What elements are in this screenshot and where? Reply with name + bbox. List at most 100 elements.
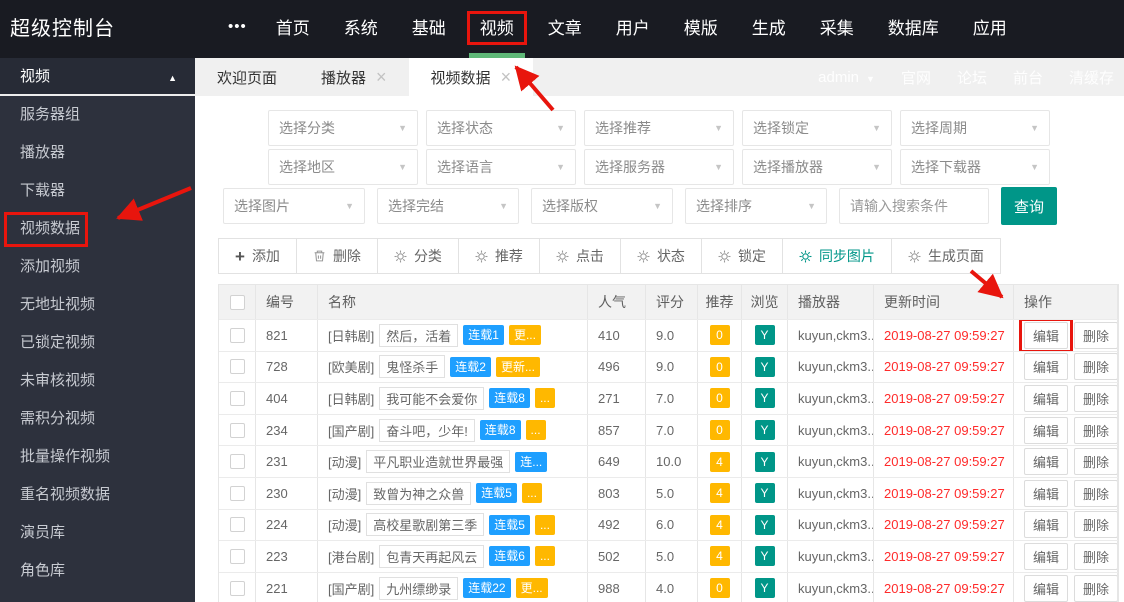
query-button[interactable]: 查询 — [1001, 187, 1057, 225]
user-link[interactable]: 前台 — [1013, 67, 1043, 88]
filter-select[interactable]: 选择下载器 — [900, 149, 1050, 185]
filter-select[interactable]: 选择播放器 — [742, 149, 892, 185]
nav-item[interactable]: 视频 — [465, 0, 529, 58]
delete-button[interactable]: 删除 — [1074, 416, 1117, 444]
edit-button[interactable]: 编辑 — [1024, 574, 1069, 602]
tab[interactable]: 播放器 — [299, 58, 409, 96]
filter-select[interactable]: 选择完结 — [377, 188, 519, 224]
view-badge[interactable]: Y — [754, 420, 775, 441]
sidebar-item[interactable]: 下载器 — [0, 172, 195, 210]
delete-button[interactable]: 删除 — [1074, 479, 1117, 507]
toolbar-button[interactable]: 分类 — [377, 239, 459, 273]
sidebar-item[interactable]: 角色库 — [0, 552, 195, 590]
filter-select[interactable]: 选择版权 — [531, 188, 673, 224]
view-badge[interactable]: Y — [754, 356, 775, 377]
recommend-badge[interactable]: 0 — [709, 388, 730, 409]
recommend-badge[interactable]: 0 — [709, 356, 730, 377]
nav-item[interactable]: 系统 — [329, 0, 393, 58]
user-link[interactable]: 论坛 — [957, 67, 987, 88]
filter-select[interactable]: 选择服务器 — [584, 149, 734, 185]
row-checkbox[interactable] — [229, 517, 245, 533]
row-checkbox[interactable] — [229, 327, 245, 343]
toolbar-button[interactable]: 点击 — [539, 239, 621, 273]
nav-item[interactable]: 数据库 — [873, 0, 954, 58]
delete-button[interactable]: 删除 — [1074, 353, 1117, 381]
row-checkbox[interactable] — [229, 485, 245, 501]
view-badge[interactable]: Y — [754, 546, 775, 567]
sidebar-item[interactable]: 添加视频 — [0, 248, 195, 286]
sidebar-item[interactable]: 未审核视频 — [0, 362, 195, 400]
row-checkbox[interactable] — [229, 359, 245, 375]
delete-button[interactable]: 删除 — [1074, 321, 1117, 349]
delete-button[interactable]: 删除 — [1074, 448, 1117, 476]
recommend-badge[interactable]: 4 — [709, 514, 730, 535]
nav-item[interactable]: 文章 — [533, 0, 597, 58]
edit-button[interactable]: 编辑 — [1024, 448, 1069, 476]
user-menu[interactable]: admin — [818, 69, 875, 86]
edit-button[interactable]: 编辑 — [1024, 479, 1069, 507]
recommend-badge[interactable]: 4 — [709, 546, 730, 567]
recommend-badge[interactable]: 0 — [709, 325, 730, 346]
toolbar-button[interactable]: 推荐 — [458, 239, 540, 273]
toolbar-button[interactable]: 生成页面 — [891, 239, 1001, 273]
filter-select[interactable]: 选择排序 — [685, 188, 827, 224]
sidebar-item[interactable]: 需积分视频 — [0, 400, 195, 438]
recommend-badge[interactable]: 0 — [709, 578, 730, 599]
filter-select[interactable]: 选择分类 — [268, 110, 418, 146]
edit-button[interactable]: 编辑 — [1024, 384, 1069, 412]
nav-item[interactable]: 生成 — [737, 0, 801, 58]
filter-select[interactable]: 选择语言 — [426, 149, 576, 185]
delete-button[interactable]: 删除 — [1074, 574, 1117, 602]
toolbar-button[interactable]: 锁定 — [701, 239, 783, 273]
delete-button[interactable]: 删除 — [1074, 511, 1117, 539]
toolbar-button[interactable]: 添加 — [219, 239, 297, 273]
edit-button[interactable]: 编辑 — [1018, 320, 1074, 351]
sidebar-item[interactable]: 无地址视频 — [0, 286, 195, 324]
select-all-checkbox[interactable] — [229, 294, 245, 310]
sidebar-item[interactable]: 播放器 — [0, 134, 195, 172]
row-checkbox[interactable] — [229, 422, 245, 438]
edit-button[interactable]: 编辑 — [1024, 542, 1069, 570]
sidebar-group-video[interactable]: 视频 — [0, 58, 195, 96]
tab[interactable]: 视频数据 — [408, 58, 534, 96]
row-checkbox[interactable] — [229, 390, 245, 406]
view-badge[interactable]: Y — [754, 451, 775, 472]
nav-item[interactable]: 模版 — [669, 0, 733, 58]
filter-select[interactable]: 选择锁定 — [742, 110, 892, 146]
tab[interactable]: 欢迎页面 — [195, 58, 299, 96]
view-badge[interactable]: Y — [754, 388, 775, 409]
row-checkbox[interactable] — [229, 454, 245, 470]
user-link[interactable]: 清缓存 — [1069, 67, 1114, 88]
view-badge[interactable]: Y — [754, 578, 775, 599]
delete-button[interactable]: 删除 — [1074, 384, 1117, 412]
filter-select[interactable]: 选择状态 — [426, 110, 576, 146]
filter-select[interactable]: 选择图片 — [223, 188, 365, 224]
nav-item[interactable]: 应用 — [958, 0, 1022, 58]
edit-button[interactable]: 编辑 — [1024, 353, 1069, 381]
delete-button[interactable]: 删除 — [1074, 542, 1117, 570]
row-checkbox[interactable] — [229, 580, 245, 596]
sidebar-item[interactable]: 演员库 — [0, 514, 195, 552]
edit-button[interactable]: 编辑 — [1024, 416, 1069, 444]
toolbar-button[interactable]: 删除 — [296, 239, 378, 273]
recommend-badge[interactable]: 4 — [709, 483, 730, 504]
toolbar-button[interactable]: 同步图片 — [782, 239, 892, 273]
nav-item[interactable]: 基础 — [397, 0, 461, 58]
recommend-badge[interactable]: 0 — [709, 420, 730, 441]
filter-select[interactable]: 选择地区 — [268, 149, 418, 185]
toolbar-button[interactable]: 状态 — [620, 239, 702, 273]
filter-select[interactable]: 选择周期 — [900, 110, 1050, 146]
tab-close-icon[interactable] — [376, 68, 387, 86]
search-input[interactable] — [839, 188, 989, 224]
view-badge[interactable]: Y — [754, 514, 775, 535]
filter-select[interactable]: 选择推荐 — [584, 110, 734, 146]
nav-item[interactable]: 首页 — [261, 0, 325, 58]
sidebar-item[interactable]: 重名视频数据 — [0, 476, 195, 514]
edit-button[interactable]: 编辑 — [1024, 511, 1069, 539]
sidebar-item[interactable]: 批量操作视频 — [0, 438, 195, 476]
recommend-badge[interactable]: 4 — [709, 451, 730, 472]
view-badge[interactable]: Y — [754, 483, 775, 504]
user-link[interactable]: 官网 — [901, 67, 931, 88]
view-badge[interactable]: Y — [754, 325, 775, 346]
row-checkbox[interactable] — [229, 548, 245, 564]
